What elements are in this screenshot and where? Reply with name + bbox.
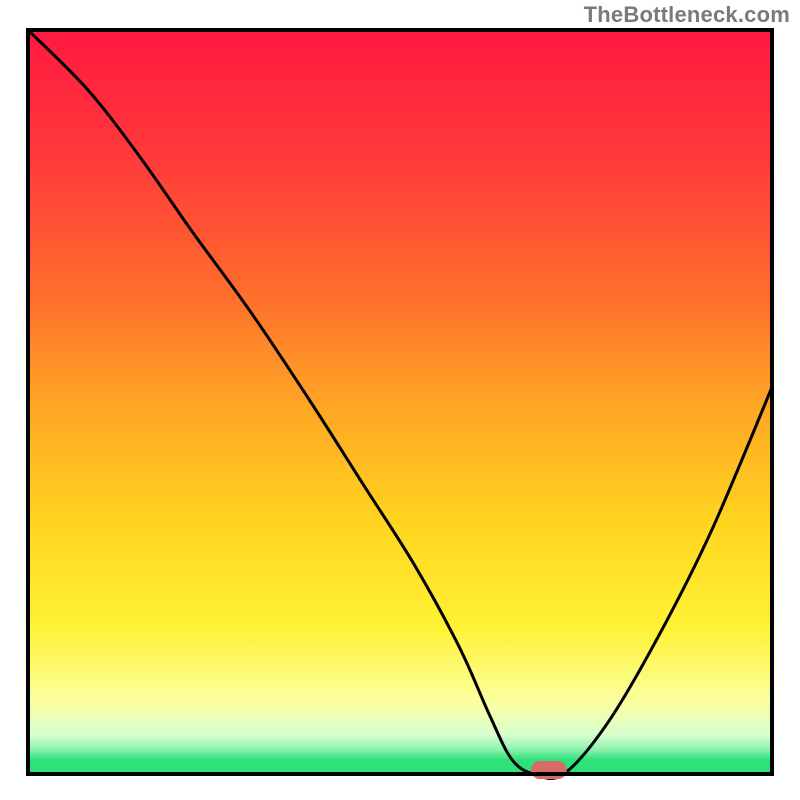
chart-svg <box>0 0 800 800</box>
watermark-text: TheBottleneck.com <box>584 2 790 28</box>
chart-minimum-marker <box>531 761 567 779</box>
chart-gradient-background <box>28 30 772 760</box>
chart-green-band <box>28 760 772 774</box>
